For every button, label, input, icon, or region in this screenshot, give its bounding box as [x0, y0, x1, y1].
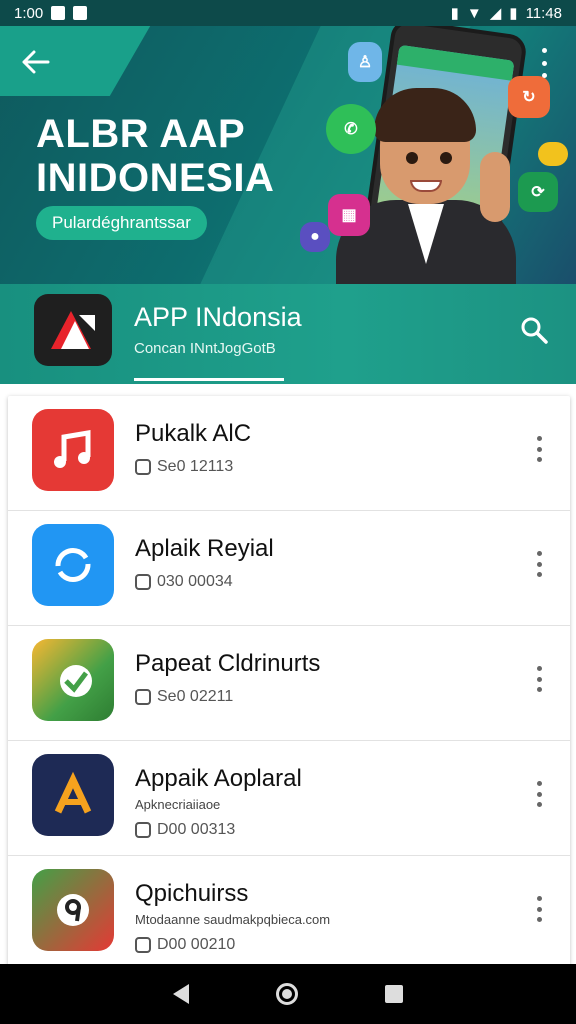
app-name: APP INdonsia [134, 302, 302, 332]
tag-icon [135, 459, 151, 475]
folder-icon [538, 142, 568, 166]
item-meta: 030 00034 [135, 573, 233, 591]
item-more-button[interactable] [534, 666, 544, 692]
status-time-right: 11:48 [525, 4, 562, 22]
more-options-button[interactable] [532, 48, 556, 78]
item-more-button[interactable] [534, 551, 544, 577]
list-item[interactable]: Aplaik Reyial 030 00034 [8, 511, 570, 626]
search-icon [521, 317, 548, 344]
signal-icon: ◢ [489, 5, 502, 22]
nav-back-icon[interactable] [173, 984, 190, 1004]
chat-bubble-icon: ✆ [326, 104, 376, 154]
music-note-icon [32, 409, 114, 491]
dot-square-icon: ● [300, 222, 330, 252]
notification-icon-2 [73, 6, 88, 20]
tag-icon [135, 689, 151, 705]
tab-indicator [134, 378, 284, 381]
hero-action-button[interactable]: Pulardéghrantssar [36, 206, 207, 240]
item-meta: Se0 12113 [135, 458, 233, 476]
tag-icon [135, 822, 151, 838]
item-title: Appaik Aoplaral [135, 765, 302, 792]
item-subtitle: Apknecriaiiaoe [135, 797, 221, 812]
list-item[interactable]: Papeat Cldrinurts Se0 02211 [8, 626, 570, 741]
letter-a-icon [32, 754, 114, 836]
app-subtitle: Concan INntJogGotB [134, 340, 276, 357]
grid-icon: ▦ [328, 194, 370, 236]
nav-home-icon[interactable] [275, 983, 298, 1005]
status-time-left: 1:00 [14, 4, 44, 22]
battery-icon: ▮ [509, 5, 518, 22]
item-meta: D00 00210 [135, 936, 235, 954]
vibrate-icon: ▮ [450, 5, 459, 22]
item-more-button[interactable] [534, 896, 544, 922]
item-title: Qpichuirss [135, 880, 249, 907]
status-bar: 1:00 ▮ ▼ ◢ ▮ 11:48 [0, 0, 576, 26]
figure-icon: ♙ [348, 42, 382, 82]
list-item[interactable]: Pukalk AlC Se0 12113 [8, 396, 570, 511]
arrow-left-icon [22, 50, 50, 74]
tag-icon [135, 937, 151, 953]
notification-icon [51, 6, 66, 20]
sync-icon: ⟳ [518, 172, 558, 212]
item-title: Papeat Cldrinurts [135, 650, 321, 677]
item-meta: Se0 02211 [135, 688, 233, 706]
back-button[interactable] [18, 44, 54, 80]
check-map-icon [32, 639, 114, 721]
item-more-button[interactable] [534, 436, 544, 462]
app-logo-icon [51, 311, 95, 349]
app-logo [34, 294, 112, 366]
refresh-icon: ↻ [508, 76, 550, 118]
sync-arrows-icon [32, 524, 114, 606]
nav-recents-icon[interactable] [384, 985, 403, 1003]
list-item[interactable]: Appaik Aoplaral Apknecriaiiaoe D00 00313 [8, 741, 570, 856]
app-header: APP INdonsia Concan INntJogGotB [0, 284, 576, 384]
item-title: Aplaik Reyial [135, 535, 274, 562]
system-nav-bar [0, 964, 576, 1024]
item-subtitle: Mtodaanne saudmakpqbieca.com [135, 912, 331, 927]
tag-icon [135, 574, 151, 590]
item-title: Pukalk AlC [135, 420, 252, 447]
item-more-button[interactable] [534, 781, 544, 807]
hero-title: ALBR AAP INIDONESIA [36, 112, 275, 200]
circle-nine-icon [32, 869, 114, 951]
list-item[interactable]: Qpichuirss Mtodaanne saudmakpqbieca.com … [8, 856, 570, 968]
search-button[interactable] [518, 314, 550, 346]
hero-banner: ALBR AAP INIDONESIA Pulardéghrantssar ✆ … [0, 26, 576, 284]
item-meta: D00 00313 [135, 821, 235, 839]
wifi-icon: ▼ [466, 4, 482, 22]
app-list: Pukalk AlC Se0 12113 Aplaik Reyial 030 0… [8, 396, 570, 968]
